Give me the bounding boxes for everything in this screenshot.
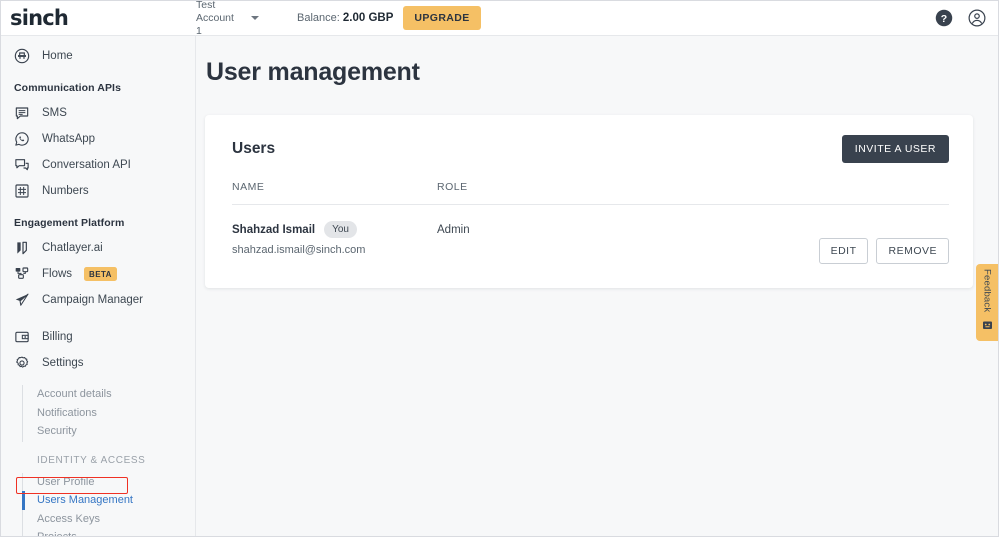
subnav-item-label: Account details [37,388,112,401]
top-bar: sinch Test Account 1 Balance: 2.00 GBP U… [1,0,998,38]
cell-actions: EDIT REMOVE [797,205,949,264]
users-card-header: Users INVITE A USER [232,135,949,163]
user-name: Shahzad Ismail [232,223,316,236]
balance-value: 2.00 GBP [342,12,394,24]
sidebar: Home Communication APIs SMS WhatsApp Con… [1,36,196,536]
subnav-item-label: Users Management [37,494,133,507]
row-actions: EDIT REMOVE [797,221,949,264]
subnav-item-access-keys[interactable]: Access Keys [22,510,195,529]
users-card: Users INVITE A USER NAME ROLE Shahzad Is… [205,115,973,288]
sidebar-item-label: Campaign Manager [42,294,144,306]
upgrade-button[interactable]: UPGRADE [403,6,481,30]
subnav-item-label: Notifications [37,406,97,419]
page-title: User management [206,58,420,86]
sidebar-item-label: Settings [42,357,84,369]
sidebar-item-settings[interactable]: Settings [1,350,195,376]
sidebar-item-conversation-api[interactable]: Conversation API [1,152,195,178]
sidebar-item-sms[interactable]: SMS [1,100,195,126]
user-circle-icon[interactable] [968,9,986,27]
svg-text:?: ? [941,13,947,25]
account-selector[interactable]: Test Account 1 [196,0,259,38]
sidebar-item-label: WhatsApp [42,133,96,145]
you-badge: You [324,221,357,238]
remove-button[interactable]: REMOVE [876,238,949,264]
table-header-row: NAME ROLE [232,181,949,205]
users-card-title: Users [232,140,276,157]
user-name-wrap: Shahzad Ismail You [232,221,437,238]
sidebar-divider-gap [1,313,195,324]
sidebar-group-engagement: Engagement Platform [14,217,125,229]
edit-button[interactable]: EDIT [818,238,869,264]
subnav-item-label: Access Keys [37,512,100,525]
column-header-actions [797,181,949,205]
column-header-name: NAME [232,181,437,205]
invite-a-user-button[interactable]: INVITE A USER [841,135,949,163]
subnav-item-label: User Profile [37,475,95,488]
chatlayer-icon [14,240,30,256]
sidebar-group-communication: Communication APIs [14,82,122,94]
help-circle-icon[interactable]: ? [935,9,953,27]
sidebar-item-campaign-manager[interactable]: Campaign Manager [1,287,195,313]
chevron-down-icon [251,16,259,20]
beta-badge: BETA [84,267,117,281]
user-email: shahzad.ismail@sinch.com [232,244,366,256]
settings-subnav: Account details Notifications Security I… [1,385,195,536]
sidebar-item-label: Chatlayer.ai [42,242,103,254]
sidebar-item-label: Flows [42,268,73,280]
whatsapp-icon [14,131,30,147]
smiley-face-icon [981,318,994,336]
flows-icon [14,266,30,282]
subnav-item-notifications[interactable]: Notifications [22,404,195,423]
campaign-icon [14,292,30,308]
subnav-item-user-profile[interactable]: User Profile [22,473,195,492]
sidebar-item-billing[interactable]: Billing [1,324,195,350]
app-window: sinch Test Account 1 Balance: 2.00 GBP U… [0,0,999,537]
subnav-item-users-management[interactable]: Users Management [22,491,195,510]
conversation-icon [14,157,30,173]
sidebar-item-flows[interactable]: Flows BETA [1,261,195,287]
sidebar-item-numbers[interactable]: Numbers [1,178,195,204]
settings-gear-icon [14,355,30,371]
billing-icon [14,329,30,345]
table-row: Shahzad Ismail You shahzad.ismail@sinch.… [232,205,949,265]
subnav-item-label: Security [37,425,77,438]
users-table: NAME ROLE Shahzad Ismail You shahzad.ism… [232,181,949,264]
account-name: Test Account 1 [196,0,234,37]
subnav-item-security[interactable]: Security [22,422,195,441]
main-content: User management Users INVITE A USER NAME… [197,36,998,536]
sidebar-item-label: SMS [42,107,67,119]
sidebar-item-label: Numbers [42,185,89,197]
feedback-tab[interactable]: Feedback [976,264,998,341]
home-icon [14,48,30,64]
subnav-item-label: Projects [37,531,77,536]
sidebar-item-home[interactable]: Home [1,43,195,69]
subnav-item-projects[interactable]: Projects [22,528,195,536]
sidebar-item-label: Conversation API [42,159,131,171]
cell-user: Shahzad Ismail You shahzad.ismail@sinch.… [232,205,437,265]
subnav-item-account-details[interactable]: Account details [22,385,195,404]
column-header-role: ROLE [437,181,797,205]
feedback-label: Feedback [981,269,993,313]
user-role: Admin [437,224,470,236]
balance-display: Balance: 2.00 GBP [297,12,393,24]
numbers-icon [14,183,30,199]
subnav-heading-identity-access: IDENTITY & ACCESS [37,454,146,466]
sidebar-item-label: Billing [42,331,73,343]
sidebar-item-label: Home [42,50,73,62]
balance-label: Balance: [297,12,340,24]
sidebar-item-chatlayer[interactable]: Chatlayer.ai [1,235,195,261]
top-bar-icons: ? [935,9,986,27]
sinch-logo[interactable]: sinch [1,6,196,30]
sidebar-item-whatsapp[interactable]: WhatsApp [1,126,195,152]
sms-icon [14,105,30,121]
